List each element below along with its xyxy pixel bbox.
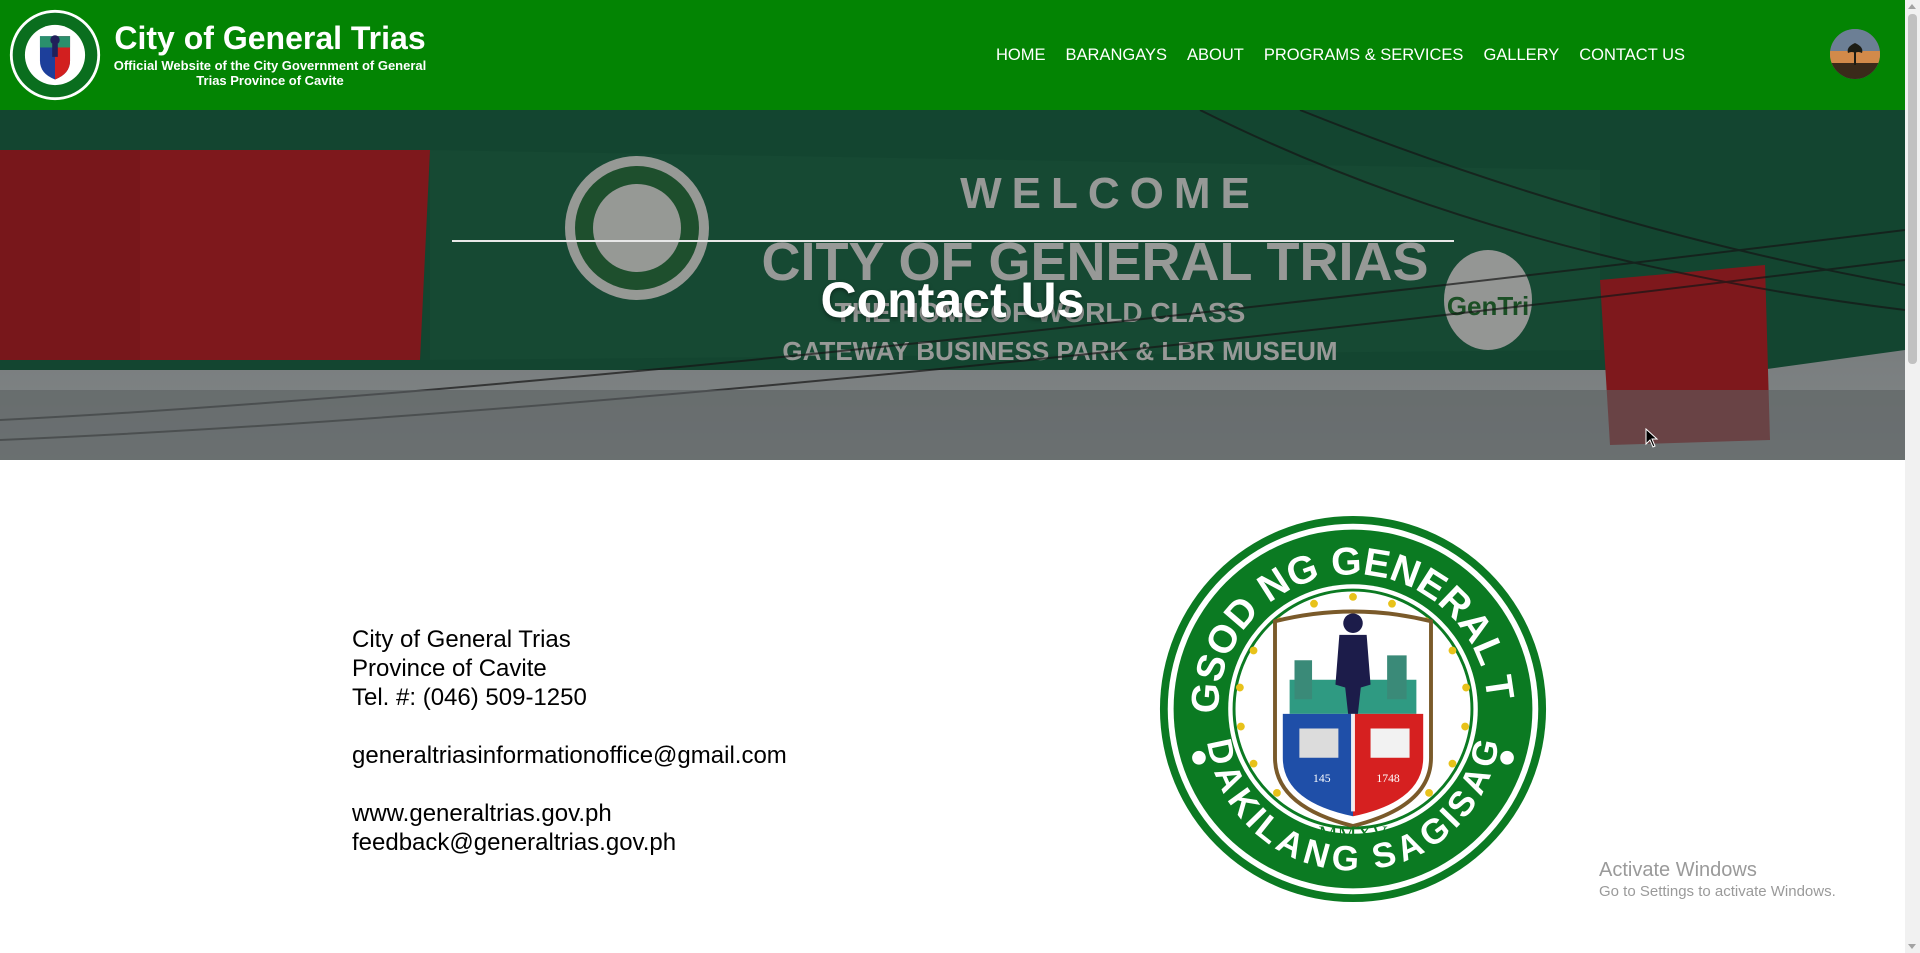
nav-contact-us[interactable]: CONTACT US bbox=[1569, 0, 1695, 110]
mouse-cursor-icon bbox=[1645, 428, 1659, 448]
contact-website[interactable]: www.generaltrias.gov.ph bbox=[352, 799, 787, 828]
nav-gallery[interactable]: GALLERY bbox=[1473, 0, 1569, 110]
watermark-subtitle: Go to Settings to activate Windows. bbox=[1599, 883, 1836, 900]
site-title[interactable]: City of General Trias bbox=[105, 18, 435, 58]
contact-telephone: Tel. #: (046) 509-1250 bbox=[352, 684, 587, 711]
nav-barangays[interactable]: BARANGAYS bbox=[1056, 0, 1177, 110]
watermark-title: Activate Windows bbox=[1599, 859, 1757, 881]
hero-divider-line bbox=[452, 240, 1454, 242]
nav-home[interactable]: HOME bbox=[986, 0, 1056, 110]
city-seal-icon[interactable] bbox=[8, 8, 102, 102]
seal-right-number: 1748 bbox=[1376, 772, 1400, 785]
contact-province: Province of Cavite bbox=[352, 655, 547, 682]
contact-details: City of General Trias Province of Cavite… bbox=[352, 625, 787, 857]
scroll-thumb[interactable] bbox=[1908, 14, 1917, 364]
contact-city: City of General Trias bbox=[352, 626, 571, 653]
nav-programs-services[interactable]: PROGRAMS & SERVICES bbox=[1254, 0, 1474, 110]
seal-left-number: 145 bbox=[1313, 772, 1331, 785]
user-avatar-icon[interactable] bbox=[1830, 29, 1880, 79]
seal-year-text: MMXV bbox=[1318, 822, 1388, 846]
site-subtitle: Official Website of the City Government … bbox=[113, 58, 427, 88]
site-header: City of General Trias Official Website o… bbox=[0, 0, 1905, 110]
city-official-seal-image: LUNGSOD NG GENERAL TRIAS DAKILANG SAGISA… bbox=[1158, 514, 1547, 903]
nav-about[interactable]: ABOUT bbox=[1177, 0, 1254, 110]
activate-windows-watermark: Activate Windows Go to Settings to activ… bbox=[1599, 858, 1836, 902]
contact-email[interactable]: generaltriasinformationoffice@gmail.com bbox=[352, 741, 787, 770]
page-title: Contact Us bbox=[820, 272, 1085, 328]
hero-banner: WELCOME CITY OF GENERAL TRIAS THE HOME O… bbox=[0, 110, 1905, 460]
site-title-block: City of General Trias Official Website o… bbox=[105, 18, 435, 88]
contact-feedback-email[interactable]: feedback@generaltrias.gov.ph bbox=[352, 828, 787, 857]
page-scrollbar[interactable] bbox=[1905, 0, 1920, 953]
main-nav: HOME BARANGAYS ABOUT PROGRAMS & SERVICES… bbox=[986, 0, 1695, 110]
scroll-down-arrow-icon[interactable] bbox=[1908, 944, 1916, 949]
scroll-up-arrow-icon[interactable] bbox=[1908, 4, 1916, 9]
